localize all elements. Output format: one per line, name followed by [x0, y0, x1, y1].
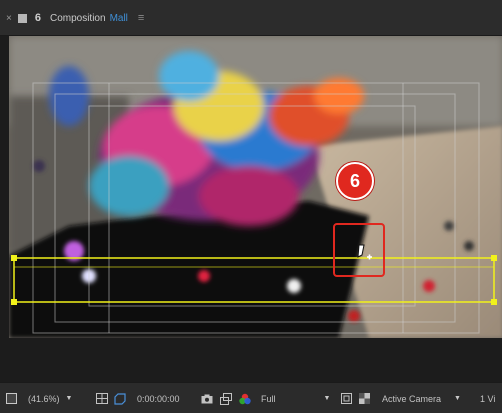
step-callout-badge: 6	[336, 162, 374, 200]
region-of-interest-button[interactable]	[341, 392, 352, 405]
panel-menu-icon[interactable]: ≡	[138, 12, 144, 24]
grid-guides-button[interactable]	[96, 392, 108, 405]
mask-vertex[interactable]	[491, 299, 497, 305]
close-tab-icon[interactable]: ×	[6, 13, 12, 24]
camera-view-value: Active Camera	[382, 393, 442, 404]
label-color-swatch-icon	[17, 13, 27, 23]
pen-tool-cursor-icon	[357, 244, 372, 260]
show-channel-button[interactable]	[238, 392, 252, 405]
chevron-down-icon: ▼	[65, 395, 73, 402]
composition-panel-tabbar: × 6 Composition Mall ≡	[0, 0, 502, 36]
composition-name: Mall	[109, 12, 128, 24]
current-time-display[interactable]: 0:00:00:00	[137, 392, 180, 405]
resolution-value: Full	[261, 393, 276, 404]
mask-vertex[interactable]	[491, 255, 497, 261]
snapshot-button[interactable]	[201, 392, 213, 405]
magnification-dropdown[interactable]: (41.6%) ▼	[28, 392, 72, 405]
mask-vertex[interactable]	[11, 255, 17, 261]
region-of-interest-icon	[341, 393, 352, 404]
show-snapshot-button[interactable]	[220, 392, 232, 405]
composition-tab[interactable]: × 6 Composition Mall ≡	[6, 8, 144, 28]
always-preview-toggle[interactable]	[6, 392, 17, 405]
footage-image	[9, 36, 502, 338]
mask-visibility-icon	[114, 392, 126, 405]
camera-view-dropdown[interactable]: Active Camera ▼	[382, 392, 461, 405]
view-layout-value: 1 Vi	[480, 393, 496, 404]
viewer-statusbar: (41.6%) ▼ 0:00:00:00 Full ▼ Active Camer…	[0, 382, 502, 413]
view-layout-dropdown[interactable]: 1 Vi	[480, 392, 502, 405]
show-snapshot-icon	[220, 392, 232, 405]
camera-icon	[201, 394, 213, 403]
timecode: 0:00:00:00	[137, 393, 180, 404]
transparency-grid-button[interactable]	[359, 392, 370, 405]
zoom-value: (41.6%)	[28, 393, 60, 404]
grid-icon	[96, 393, 108, 404]
resolution-dropdown[interactable]: Full ▼	[261, 392, 330, 405]
mask-vertex[interactable]	[11, 299, 17, 305]
tab-prefix-label: Composition	[49, 12, 106, 24]
transparency-grid-icon	[359, 393, 370, 404]
toggle-mask-visibility-button[interactable]	[114, 392, 126, 405]
color-channels-icon	[239, 393, 251, 404]
chevron-down-icon: ▼	[323, 395, 331, 402]
lock-icon[interactable]: 6	[35, 12, 41, 24]
composition-frame[interactable]	[9, 36, 502, 338]
always-preview-icon	[6, 393, 17, 404]
chevron-down-icon: ▼	[454, 395, 461, 402]
